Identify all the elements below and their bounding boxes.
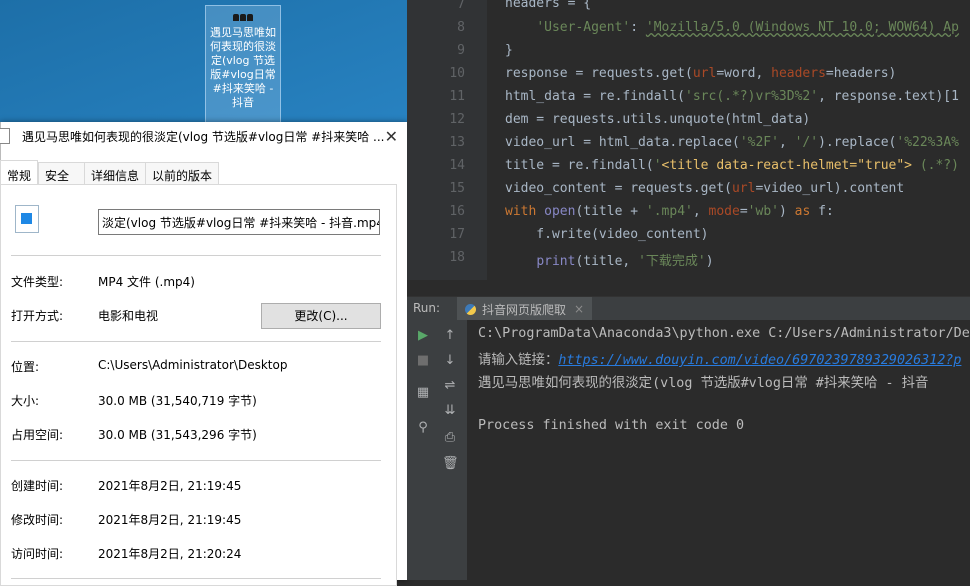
console-line: 请输入链接：https://www.douyin.com/video/69702… xyxy=(478,348,961,368)
close-icon[interactable]: ✕ xyxy=(385,127,398,146)
code-line: } xyxy=(505,43,513,58)
code-line: response = requests.get(url=word, header… xyxy=(505,66,897,81)
code-line: video_url = html_data.replace('%2F', '/'… xyxy=(505,135,959,150)
rerun-icon[interactable]: ▶ xyxy=(415,328,431,344)
console-output[interactable]: C:\ProgramData\Anaconda3\python.exe C:/U… xyxy=(467,320,970,580)
layout-icon[interactable]: ▦ xyxy=(415,385,431,401)
scroll-to-end-icon[interactable]: ⇊ xyxy=(442,403,458,419)
code-line: 'User-Agent': 'Mozilla/5.0 (Windows NT 1… xyxy=(536,20,959,35)
editor-gutter: 7 8 9 10 11 12 13 14 15 16 17 18 xyxy=(407,0,487,280)
accessed-value: 2021年8月2日, 21:20:24 xyxy=(98,547,242,561)
modified-value: 2021年8月2日, 21:19:45 xyxy=(98,513,242,527)
created-value: 2021年8月2日, 21:19:45 xyxy=(98,479,242,493)
disk-size-label: 占用空间: xyxy=(11,428,64,442)
file-type-label: 文件类型: xyxy=(11,275,64,289)
code-line: video_content = requests.get(url=video_u… xyxy=(505,181,905,196)
code-line: print(title, '下载完成') xyxy=(536,254,714,269)
accessed-label: 访问时间: xyxy=(11,547,64,561)
code-line: dem = requests.utils.unquote(html_data) xyxy=(505,112,811,127)
arrow-up-icon[interactable]: ↑ xyxy=(442,328,458,344)
desktop-file-icon[interactable]: 遇见马思唯如何表现的很淡定(vlog 节选版#vlog日常 #抖来笑哈 - 抖音 xyxy=(205,5,281,125)
dialog-title-bar[interactable]: 遇见马思唯如何表现的很淡定(vlog 节选版#vlog日常 #抖来笑哈 ... … xyxy=(0,122,408,150)
divider xyxy=(11,341,381,342)
run-label: Run: xyxy=(413,301,441,315)
arrow-down-icon[interactable]: ↓ xyxy=(442,353,458,369)
soft-wrap-icon[interactable]: ⇌ xyxy=(442,378,458,394)
run-side-toolbar: ▶ ■ ▦ ⚲ ↑ ↓ ⇌ ⇊ ⎙ 🗑 xyxy=(407,320,467,580)
size-value: 30.0 MB (31,540,719 字节) xyxy=(98,394,257,408)
video-file-icon xyxy=(15,205,39,233)
line-number: 8 xyxy=(457,20,465,35)
console-prompt: 请输入链接： xyxy=(478,353,559,368)
pin-icon[interactable]: ⚲ xyxy=(415,420,431,436)
tab-security[interactable]: 安全 xyxy=(38,162,86,185)
tab-bar: 常规 安全 详细信息 以前的版本 xyxy=(0,160,220,190)
tab-previous-versions[interactable]: 以前的版本 xyxy=(145,162,220,185)
change-button[interactable]: 更改(C)... xyxy=(261,303,381,329)
run-tab-label: 抖音网页版爬取 xyxy=(482,302,567,317)
general-tab-panel: 淡定(vlog 节选版#vlog日常 #抖来笑哈 - 抖音.mp4 文件类型: … xyxy=(0,184,397,586)
tab-details[interactable]: 详细信息 xyxy=(84,162,147,185)
code-line: with open(title + '.mp4', mode='wb') as … xyxy=(505,204,834,219)
created-label: 创建时间: xyxy=(11,479,64,493)
open-with-value: 电影和电视 xyxy=(98,309,159,323)
location-label: 位置: xyxy=(11,360,40,374)
open-with-label: 打开方式: xyxy=(11,309,64,323)
divider xyxy=(11,460,381,461)
desktop-file-label: 遇见马思唯如何表现的很淡定(vlog 节选版#vlog日常 #抖来笑哈 - 抖音 xyxy=(210,26,276,109)
line-number: 15 xyxy=(449,181,465,196)
stop-icon[interactable]: ■ xyxy=(415,353,431,369)
print-icon[interactable]: ⎙ xyxy=(442,430,458,446)
line-number: 16 xyxy=(449,204,465,219)
line-number: 17 xyxy=(449,227,465,242)
modified-label: 修改时间: xyxy=(11,513,64,527)
python-icon xyxy=(465,303,476,315)
line-number: 11 xyxy=(449,89,465,104)
code-line: title = re.findall('<title data-react-he… xyxy=(505,158,959,173)
line-number: 10 xyxy=(449,66,465,81)
code-line: f.write(video_content) xyxy=(505,227,709,242)
line-number: 9 xyxy=(457,43,465,58)
ide-window: 7 8 9 10 11 12 13 14 15 16 17 18 headers… xyxy=(407,0,970,580)
filename-field[interactable]: 淡定(vlog 节选版#vlog日常 #抖来笑哈 - 抖音.mp4 xyxy=(98,209,380,235)
close-tab-icon[interactable]: × xyxy=(574,302,584,316)
line-number: 13 xyxy=(449,135,465,150)
size-label: 大小: xyxy=(11,394,40,408)
line-number: 12 xyxy=(449,112,465,127)
run-config-tab[interactable]: 抖音网页版爬取 × xyxy=(457,297,593,321)
disk-size-value: 30.0 MB (31,543,296 字节) xyxy=(98,428,257,442)
line-number: 14 xyxy=(449,158,465,173)
console-line: 遇见马思唯如何表现的很淡定(vlog 节选版#vlog日常 #抖来笑哈 - 抖音 xyxy=(478,376,929,391)
line-number: 18 xyxy=(449,250,465,265)
divider xyxy=(11,255,381,256)
line-number: 7 xyxy=(457,0,465,12)
console-line: Process finished with exit code 0 xyxy=(478,418,745,433)
location-value: C:\Users\Administrator\Desktop xyxy=(98,358,288,372)
console-line: C:\ProgramData\Anaconda3\python.exe C:/U… xyxy=(478,326,970,341)
file-type-value: MP4 文件 (.mp4) xyxy=(98,275,195,289)
divider xyxy=(11,578,381,579)
code-line: html_data = re.findall('src(.*?)vr%3D%2'… xyxy=(505,89,959,104)
trash-icon[interactable]: 🗑 xyxy=(442,456,459,472)
dialog-title: 遇见马思唯如何表现的很淡定(vlog 节选版#vlog日常 #抖来笑哈 ... xyxy=(22,129,385,144)
code-line: headers = { xyxy=(505,0,592,11)
console-link[interactable]: https://www.douyin.com/video/69702397893… xyxy=(558,353,961,368)
run-tool-bar: Run: 抖音网页版爬取 × xyxy=(407,296,970,321)
file-properties-dialog: 遇见马思唯如何表现的很淡定(vlog 节选版#vlog日常 #抖来笑哈 ... … xyxy=(0,122,408,586)
file-icon xyxy=(0,128,10,144)
video-thumbnail-icon xyxy=(233,12,253,24)
